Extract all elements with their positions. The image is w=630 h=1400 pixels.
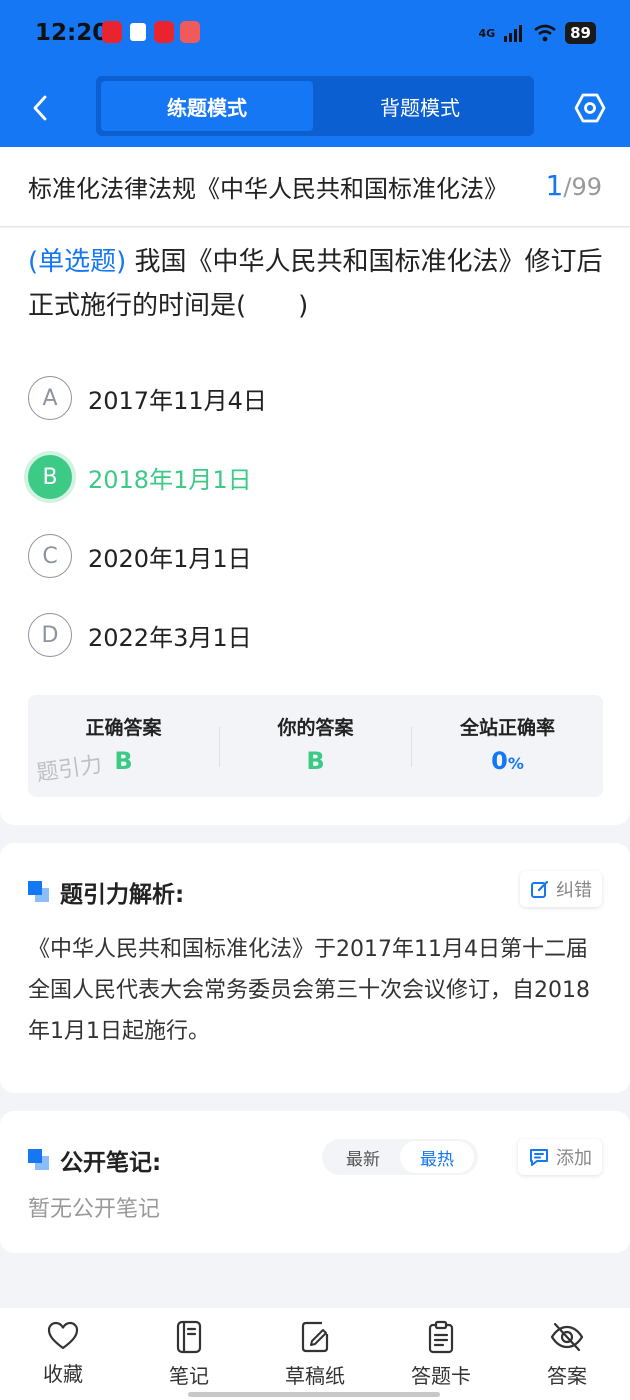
option-letter-badge: D bbox=[28, 613, 72, 657]
notification-app-icon bbox=[154, 21, 174, 43]
option-d[interactable]: D 2022年3月1日 bbox=[28, 610, 252, 660]
analysis-title: 题引力解析: bbox=[60, 882, 185, 908]
notification-app-icon bbox=[102, 21, 122, 43]
question-type-label: (单选题) bbox=[28, 247, 127, 277]
option-b[interactable]: B 2018年1月1日 bbox=[28, 452, 252, 502]
section-squares-icon bbox=[28, 881, 50, 903]
notes-sort-toggle: 最新 最热 bbox=[322, 1139, 478, 1175]
app-header: 12:20 4G 89 练题模式 背题模式 bbox=[0, 0, 630, 147]
bottom-toolbar: 收藏 笔记 草稿纸 答题卡 答案 bbox=[0, 1308, 630, 1400]
option-c[interactable]: C 2020年1月1日 bbox=[28, 531, 252, 581]
option-letter-badge: B bbox=[28, 455, 72, 499]
stat-label: 全站正确率 bbox=[459, 717, 555, 739]
tab-scratch-paper[interactable]: 草稿纸 bbox=[260, 1320, 370, 1389]
tab-notes[interactable]: 笔记 bbox=[134, 1320, 244, 1389]
mode-recite-button[interactable]: 背题模式 bbox=[314, 81, 526, 131]
chevron-left-icon bbox=[33, 95, 47, 121]
analysis-card: 题引力解析: 纠错 《中华人民共和国标准化法》于2017年11月4日第十二届全国… bbox=[0, 843, 630, 1093]
mode-switch: 练题模式 背题模式 bbox=[96, 76, 534, 136]
notification-app-icon bbox=[128, 21, 148, 43]
notebook-icon bbox=[176, 1320, 202, 1354]
add-note-button[interactable]: 添加 bbox=[518, 1139, 602, 1175]
analysis-text: 《中华人民共和国标准化法》于2017年11月4日第十二届全国人民代表大会常务委员… bbox=[28, 937, 590, 1044]
option-text: 2022年3月1日 bbox=[88, 623, 252, 652]
notification-icons bbox=[102, 21, 200, 43]
tab-label: 草稿纸 bbox=[285, 1364, 345, 1388]
tab-favorite[interactable]: 收藏 bbox=[8, 1320, 118, 1387]
tab-label: 答题卡 bbox=[411, 1364, 471, 1388]
notification-app-icon bbox=[180, 21, 200, 43]
settings-button[interactable] bbox=[572, 90, 608, 126]
chapter-title: 标准化法律法规《中华人民共和国标准化法》 bbox=[28, 175, 508, 203]
wifi-icon bbox=[534, 24, 556, 42]
option-text: 2017年11月4日 bbox=[88, 386, 267, 415]
notes-title: 公开笔记: bbox=[60, 1150, 162, 1176]
home-indicator[interactable] bbox=[188, 1392, 440, 1397]
question-stem: (单选题) 我国《中华人民共和国标准化法》修订后正式施行的时间是( ) bbox=[28, 240, 608, 328]
answer-stats: 正确答案 B 题引力 你的答案 B 全站正确率 0% bbox=[28, 695, 603, 797]
stat-label: 你的答案 bbox=[277, 717, 354, 739]
section-squares-icon bbox=[28, 1149, 50, 1171]
tab-label: 笔记 bbox=[169, 1364, 209, 1388]
tab-label: 答案 bbox=[547, 1364, 587, 1388]
stat-correct-answer: 正确答案 B 题引力 bbox=[28, 695, 219, 797]
question-card: (单选题) 我国《中华人民共和国标准化法》修订后正式施行的时间是( ) A 20… bbox=[0, 228, 630, 825]
question-counter: 1/99 bbox=[546, 169, 602, 202]
notes-card: 公开笔记: 最新 最热 添加 暂无公开笔记 bbox=[0, 1111, 630, 1253]
back-button[interactable] bbox=[22, 90, 58, 126]
your-answer-value: B bbox=[306, 747, 325, 775]
current-question-number: 1 bbox=[545, 169, 564, 202]
stat-your-answer: 你的答案 B bbox=[220, 695, 411, 797]
signal-icon bbox=[504, 25, 523, 42]
mode-practice-button[interactable]: 练题模式 bbox=[101, 81, 313, 131]
option-letter-badge: C bbox=[28, 534, 72, 578]
stat-label: 正确答案 bbox=[85, 717, 162, 739]
status-time: 12:20 bbox=[35, 20, 109, 46]
comment-add-icon bbox=[530, 1149, 548, 1166]
sort-newest-button[interactable]: 最新 bbox=[326, 1141, 400, 1173]
option-text: 2018年1月1日 bbox=[88, 465, 252, 494]
accuracy-unit: % bbox=[507, 754, 524, 773]
tab-label: 收藏 bbox=[43, 1362, 83, 1386]
status-bar: 12:20 4G 89 bbox=[0, 0, 630, 68]
chapter-title-row: 标准化法律法规《中华人民共和国标准化法》 1/99 bbox=[0, 147, 630, 227]
tab-show-answer[interactable]: 答案 bbox=[512, 1320, 622, 1389]
tab-answer-sheet[interactable]: 答题卡 bbox=[386, 1320, 496, 1389]
accuracy-rate-value: 0% bbox=[412, 747, 603, 775]
empty-notes-text: 暂无公开笔记 bbox=[28, 1197, 161, 1222]
sort-hottest-button[interactable]: 最热 bbox=[400, 1141, 474, 1173]
top-nav: 练题模式 背题模式 bbox=[0, 76, 630, 138]
accuracy-number: 0 bbox=[491, 747, 508, 775]
option-letter-badge: A bbox=[28, 376, 72, 420]
network-type: 4G bbox=[478, 26, 496, 40]
status-indicators: 4G 89 bbox=[478, 22, 596, 44]
battery-level: 89 bbox=[565, 22, 596, 44]
report-error-button[interactable]: 纠错 bbox=[520, 871, 602, 907]
option-text: 2020年1月1日 bbox=[88, 544, 252, 573]
total-question-count: /99 bbox=[563, 173, 602, 201]
heart-icon bbox=[47, 1321, 79, 1350]
clipboard-icon bbox=[428, 1320, 454, 1354]
eye-off-icon bbox=[550, 1322, 584, 1352]
analysis-header: 题引力解析: bbox=[28, 875, 184, 909]
stat-accuracy-rate: 全站正确率 0% bbox=[412, 695, 603, 797]
add-note-label: 添加 bbox=[556, 1148, 592, 1169]
option-a[interactable]: A 2017年11月4日 bbox=[28, 373, 267, 423]
report-error-label: 纠错 bbox=[556, 880, 592, 901]
draft-pencil-icon bbox=[301, 1321, 329, 1353]
settings-hexagon-icon bbox=[574, 93, 606, 123]
edit-icon bbox=[531, 880, 549, 898]
notes-header: 公开笔记: bbox=[28, 1143, 161, 1177]
